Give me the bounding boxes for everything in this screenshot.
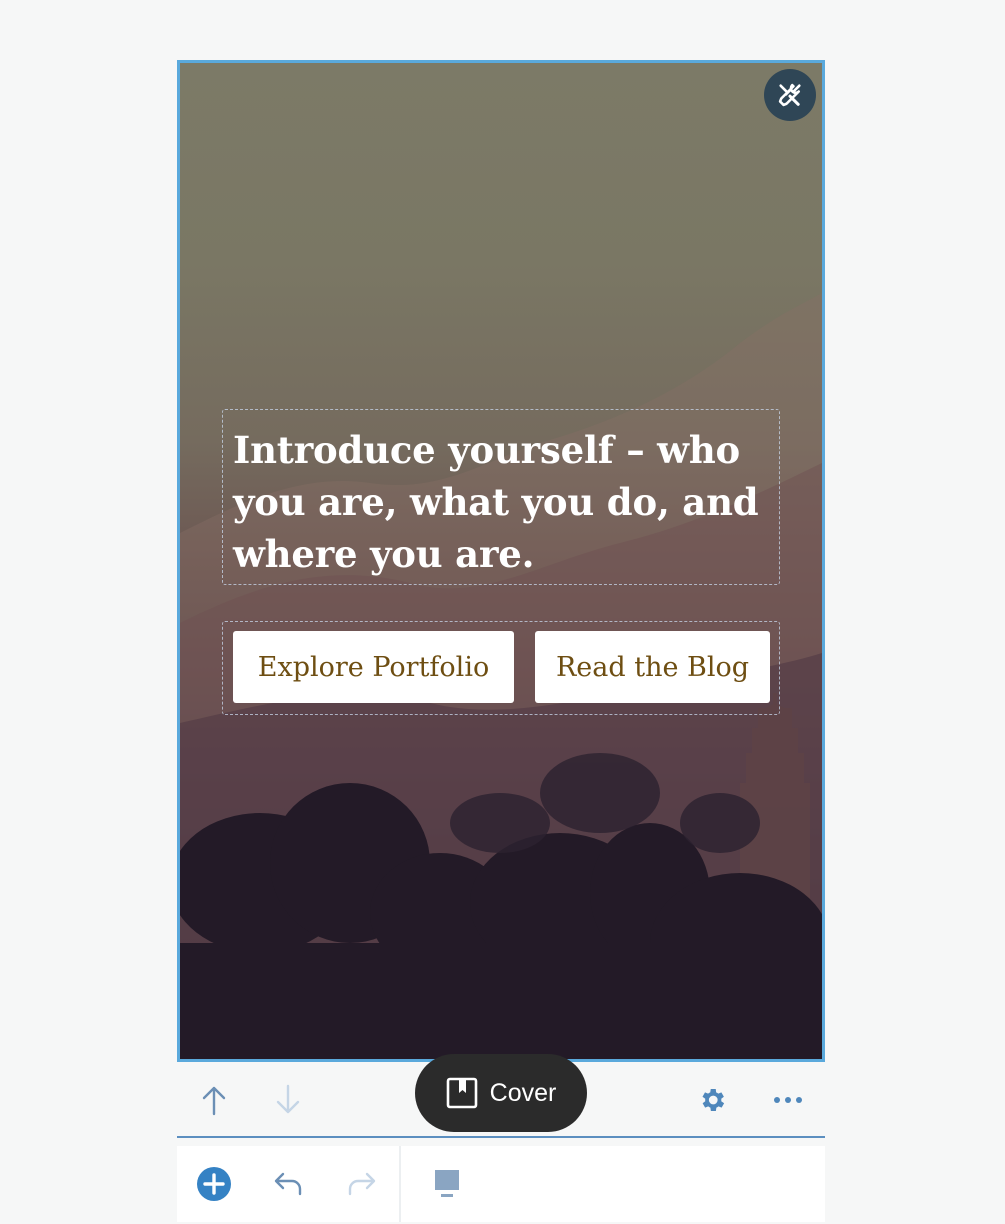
explore-portfolio-button[interactable]: Explore Portfolio — [233, 631, 514, 703]
heading-block[interactable]: Introduce yourself – who you are, what y… — [222, 409, 780, 585]
block-navigation-icon[interactable] — [427, 1164, 467, 1204]
add-block-icon[interactable] — [194, 1164, 234, 1204]
arrow-up-icon[interactable] — [194, 1080, 234, 1120]
block-name-label: Cover — [489, 1078, 557, 1107]
block-settings-fab[interactable] — [764, 69, 816, 121]
cover-block-icon — [446, 1077, 477, 1109]
gear-icon[interactable] — [692, 1080, 732, 1120]
redo-icon[interactable] — [342, 1164, 382, 1204]
editor-bottom-bar — [177, 1146, 825, 1222]
cover-heading[interactable]: Introduce yourself – who you are, what y… — [233, 424, 769, 580]
cover-block[interactable]: Introduce yourself – who you are, what y… — [177, 60, 825, 1062]
more-horizontal-icon[interactable] — [768, 1080, 808, 1120]
editor-canvas: Introduce yourself – who you are, what y… — [0, 0, 1005, 1224]
wrench-screwdriver-icon — [778, 83, 801, 107]
block-toolbar: Cover — [177, 1054, 825, 1138]
arrow-down-icon[interactable] — [268, 1080, 308, 1120]
undo-icon[interactable] — [268, 1164, 308, 1204]
toolbar-divider — [399, 1146, 401, 1222]
read-the-blog-button[interactable]: Read the Blog — [535, 631, 770, 703]
buttons-block[interactable]: Explore Portfolio Read the Blog — [222, 621, 780, 715]
block-name-pill: Cover — [415, 1054, 587, 1132]
